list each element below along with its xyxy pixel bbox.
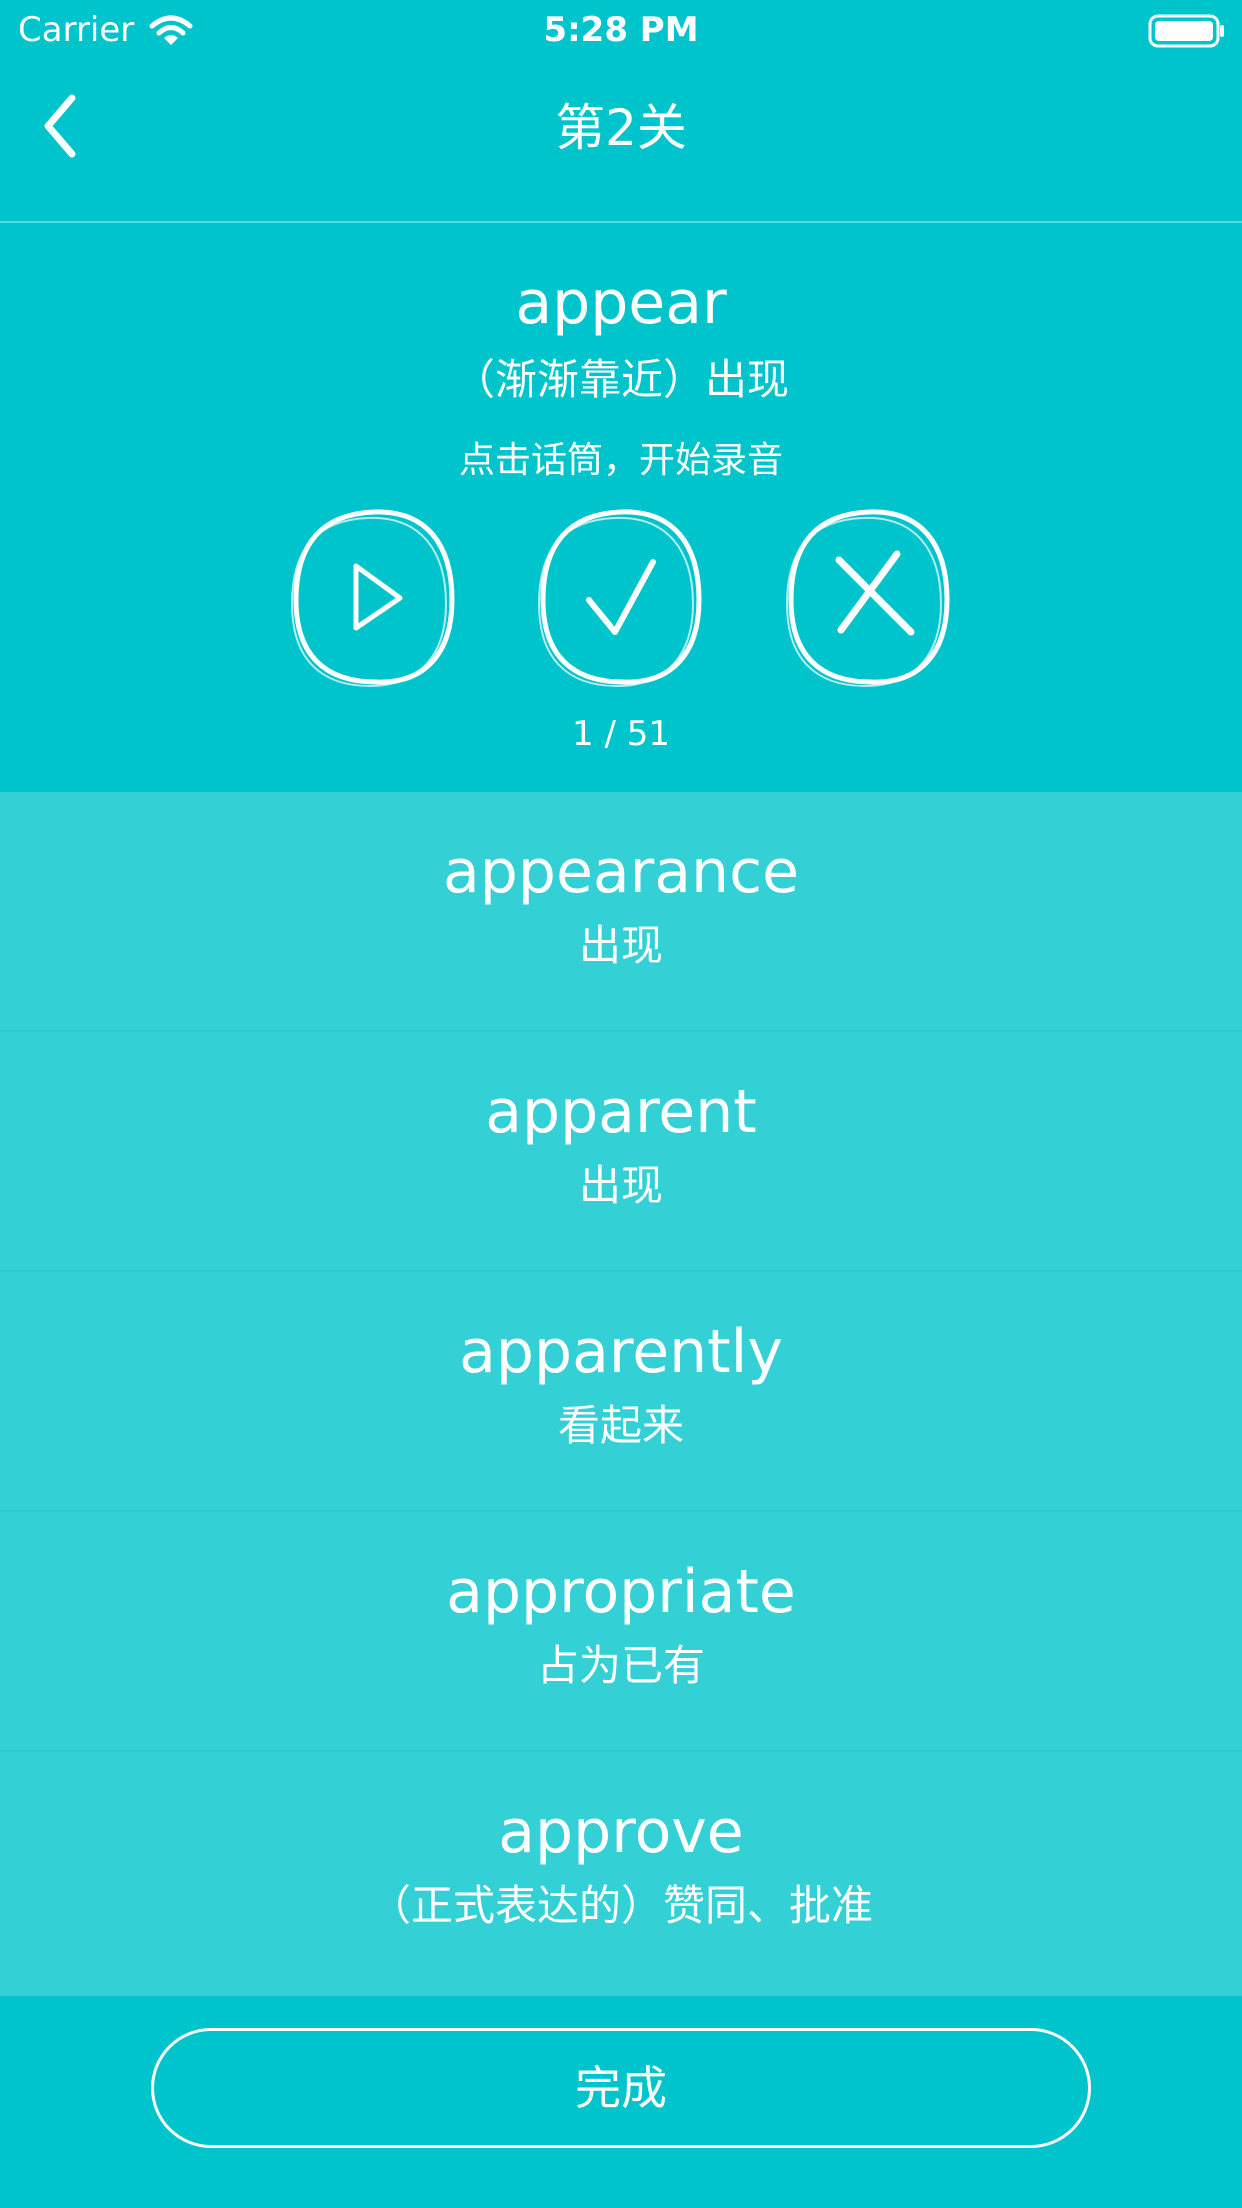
list-item-word: apparently [459, 1317, 783, 1387]
play-button[interactable] [288, 504, 460, 690]
list-item[interactable]: appropriate 占为已有 [0, 1512, 1242, 1752]
record-hint: 点击话筒，开始录音 [458, 440, 783, 481]
list-item-meaning: 看起来 [557, 1401, 684, 1450]
list-item[interactable]: appearance 出现 [0, 792, 1242, 1032]
list-item-meaning: （正式表达的）赞同、批准 [368, 1881, 873, 1930]
list-item-word: appropriate [446, 1557, 796, 1627]
current-word: appear [515, 268, 727, 338]
word-list: appearance 出现 apparent 出现 apparently 看起来… [0, 792, 1242, 1996]
play-icon [290, 509, 455, 688]
status-bar: Carrier 5:28 PM [0, 0, 1242, 60]
battery-icon [1148, 14, 1226, 48]
progress-counter: 1 / 51 [572, 714, 670, 754]
check-icon [537, 509, 702, 688]
status-time: 5:28 PM [543, 10, 699, 50]
list-item[interactable]: approve （正式表达的）赞同、批准 [0, 1752, 1242, 1992]
list-item[interactable]: apparent 出现 [0, 1032, 1242, 1272]
nav-divider [0, 221, 1242, 223]
list-item-word: approve [498, 1797, 744, 1867]
list-item-word: appearance [443, 837, 799, 907]
list-item-meaning: 出现 [578, 1161, 663, 1210]
list-item-word: apparent [485, 1077, 757, 1147]
list-item-meaning: 占为已有 [536, 1641, 705, 1690]
list-item[interactable]: apparently 看起来 [0, 1272, 1242, 1512]
list-item-meaning: 出现 [578, 921, 663, 970]
cross-icon [785, 509, 950, 688]
done-button[interactable]: 完成 [151, 2028, 1091, 2148]
current-meaning: （渐渐靠近）出现 [452, 355, 789, 404]
correct-button[interactable] [535, 504, 707, 690]
page-title: 第2关 [555, 99, 687, 157]
nav-bar: 第2关 [0, 60, 1242, 222]
wrong-button[interactable] [783, 504, 955, 690]
